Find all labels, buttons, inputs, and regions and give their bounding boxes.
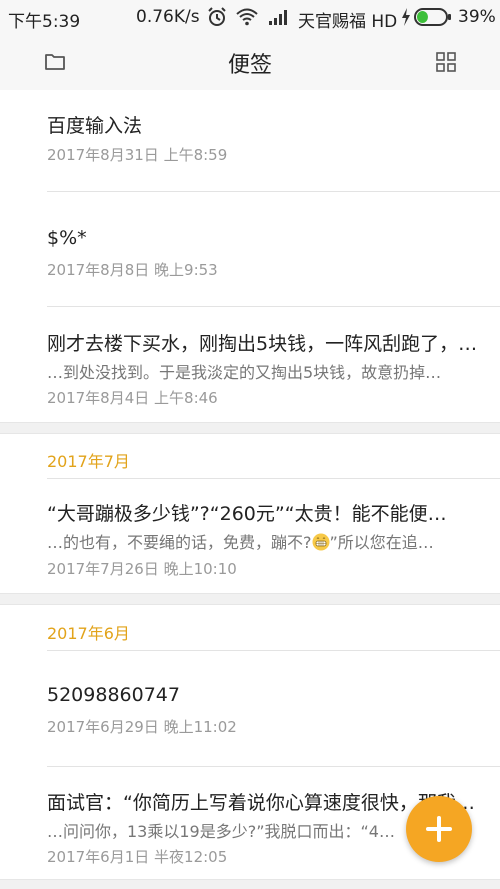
note-date: 2017年7月26日 晚上10:10 <box>47 560 237 578</box>
note-item[interactable]: 52098860747 2017年6月29日 晚上11:02 <box>0 651 500 766</box>
status-time: 下午5:39 <box>8 12 81 32</box>
note-title: 刚才去楼下买水，刚掏出5块钱，一阵风刮跑了，… <box>47 333 478 355</box>
note-title: 百度输入法 <box>47 115 143 137</box>
note-title: 52098860747 <box>47 684 180 706</box>
section-header-june: 2017年6月 <box>47 624 130 643</box>
note-title: $%* <box>47 227 87 249</box>
plus-icon <box>437 816 441 842</box>
note-item[interactable]: “大哥蹦极多少钱”?“260元”“太贵！能不能便… …的也有，不要绳的话，免费，… <box>0 479 500 593</box>
note-title: “大哥蹦极多少钱”?“260元”“太贵！能不能便… <box>47 503 447 525</box>
signal-icon <box>269 10 287 25</box>
alarm-icon <box>208 7 226 26</box>
app-header: 便签 <box>0 34 500 90</box>
status-network-speed: 0.76K/s <box>136 7 200 27</box>
note-snippet-text: …的也有，不要绳的话，免费，蹦不? <box>47 533 312 552</box>
note-date: 2017年8月31日 上午8:59 <box>47 146 228 164</box>
wifi-icon <box>236 8 258 26</box>
section-gap <box>0 879 500 889</box>
charging-icon <box>402 8 410 26</box>
note-item[interactable]: 百度输入法 2017年8月31日 上午8:59 <box>0 90 500 192</box>
section-gap <box>0 593 500 605</box>
note-item[interactable]: $%* 2017年8月8日 晚上9:53 <box>0 192 500 307</box>
note-date: 2017年6月1日 半夜12:05 <box>47 848 228 866</box>
grid-icon[interactable] <box>435 51 457 73</box>
note-item[interactable]: 刚才去楼下买水，刚掏出5块钱，一阵风刮跑了，… …到处没找到。于是我淡定的又掏出… <box>0 307 500 424</box>
add-note-button[interactable] <box>406 796 472 862</box>
page-title: 便签 <box>227 53 272 78</box>
note-date: 2017年8月4日 上午8:46 <box>47 389 218 407</box>
note-snippet: …到处没找到。于是我淡定的又掏出5块钱，故意扔掉… <box>47 363 442 382</box>
section-header-july: 2017年7月 <box>47 452 130 471</box>
note-snippet: …问问你，13乘以19是多少?”我脱口而出：“4… <box>47 822 395 841</box>
section-gap <box>0 422 500 434</box>
note-date: 2017年8月8日 晚上9:53 <box>47 261 218 279</box>
carrier-label: 天官赐福 HD <box>298 12 398 32</box>
battery-icon <box>414 8 451 26</box>
note-snippet: …的也有，不要绳的话，免费，蹦不? ”所以您在追… <box>47 529 434 553</box>
grin-emoji-icon <box>312 533 329 551</box>
note-snippet-text: ”所以您在追… <box>329 533 434 552</box>
status-bar: 下午5:39 0.76K/s 天官赐福 HD 39% <box>0 0 500 34</box>
battery-percent: 39% <box>458 7 496 27</box>
note-date: 2017年6月29日 晚上11:02 <box>47 718 237 736</box>
